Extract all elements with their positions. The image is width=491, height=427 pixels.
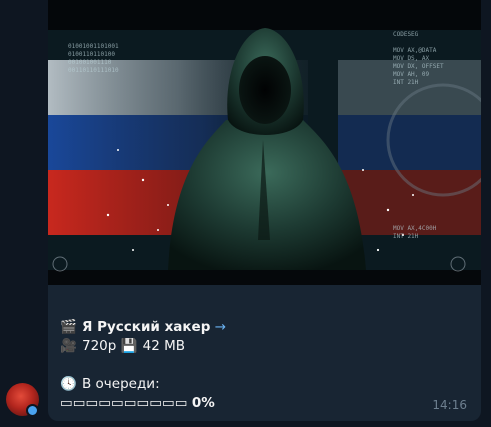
status-label: В очереди: [82, 376, 160, 392]
progress-percent: 0% [191, 395, 215, 411]
hacker-image: 01001001101001 0100110110100 00100100111… [48, 0, 481, 285]
status-line: 🕓 В очереди: [60, 375, 470, 394]
clock-icon: 🕓 [60, 376, 77, 392]
clapperboard-icon: 🎬 [60, 319, 77, 335]
svg-text:00110110111010: 00110110111010 [68, 67, 119, 74]
svg-text:0100110110100: 0100110110100 [68, 51, 115, 58]
message-caption: 🎬 Я Русский хакер → 🎥 720p 💾 42 MB 🕓 В очере… [60, 318, 470, 413]
svg-text:INT 21H: INT 21H [393, 79, 419, 86]
message-bubble[interactable]: 01001001101001 0100110110100 00100100111… [48, 0, 481, 421]
svg-text:01001001101001: 01001001101001 [68, 43, 119, 50]
movie-camera-icon: 🎥 [60, 338, 77, 354]
title-arrow[interactable]: → [215, 319, 226, 335]
svg-text:MOV AX,4C00H: MOV AX,4C00H [393, 225, 437, 232]
file-size: 42 MB [142, 338, 186, 354]
video-quality: 720p [82, 338, 117, 354]
svg-text:INT 21H: INT 21H [393, 233, 419, 240]
video-title: Я Русский хакер [82, 319, 211, 335]
svg-text:MOV DX, OFFSET: MOV DX, OFFSET [393, 63, 444, 70]
meta-line: 🎥 720p 💾 42 MB [60, 337, 470, 356]
video-thumbnail[interactable]: 01001001101001 0100110110100 00100100111… [48, 0, 481, 285]
progress-line: ▭▭▭▭▭▭▭▭▭▭ 0% [60, 394, 470, 413]
message-time: 14:16 [432, 398, 467, 412]
title-line: 🎬 Я Русский хакер → [60, 318, 470, 337]
svg-text:MOV AH, 09: MOV AH, 09 [393, 71, 430, 78]
svg-text:CODESEG: CODESEG [393, 31, 419, 38]
svg-text:MOV DS, AX: MOV DS, AX [393, 55, 430, 62]
progress-bar: ▭▭▭▭▭▭▭▭▭▭ [60, 395, 188, 411]
svg-text:001001001110: 001001001110 [68, 59, 112, 66]
floppy-disk-icon: 💾 [120, 338, 138, 354]
chat-area: 01001001101001 0100110110100 00100100111… [0, 0, 491, 427]
avatar-badge [26, 404, 39, 417]
svg-text:MOV AX,@DATA: MOV AX,@DATA [393, 47, 437, 54]
